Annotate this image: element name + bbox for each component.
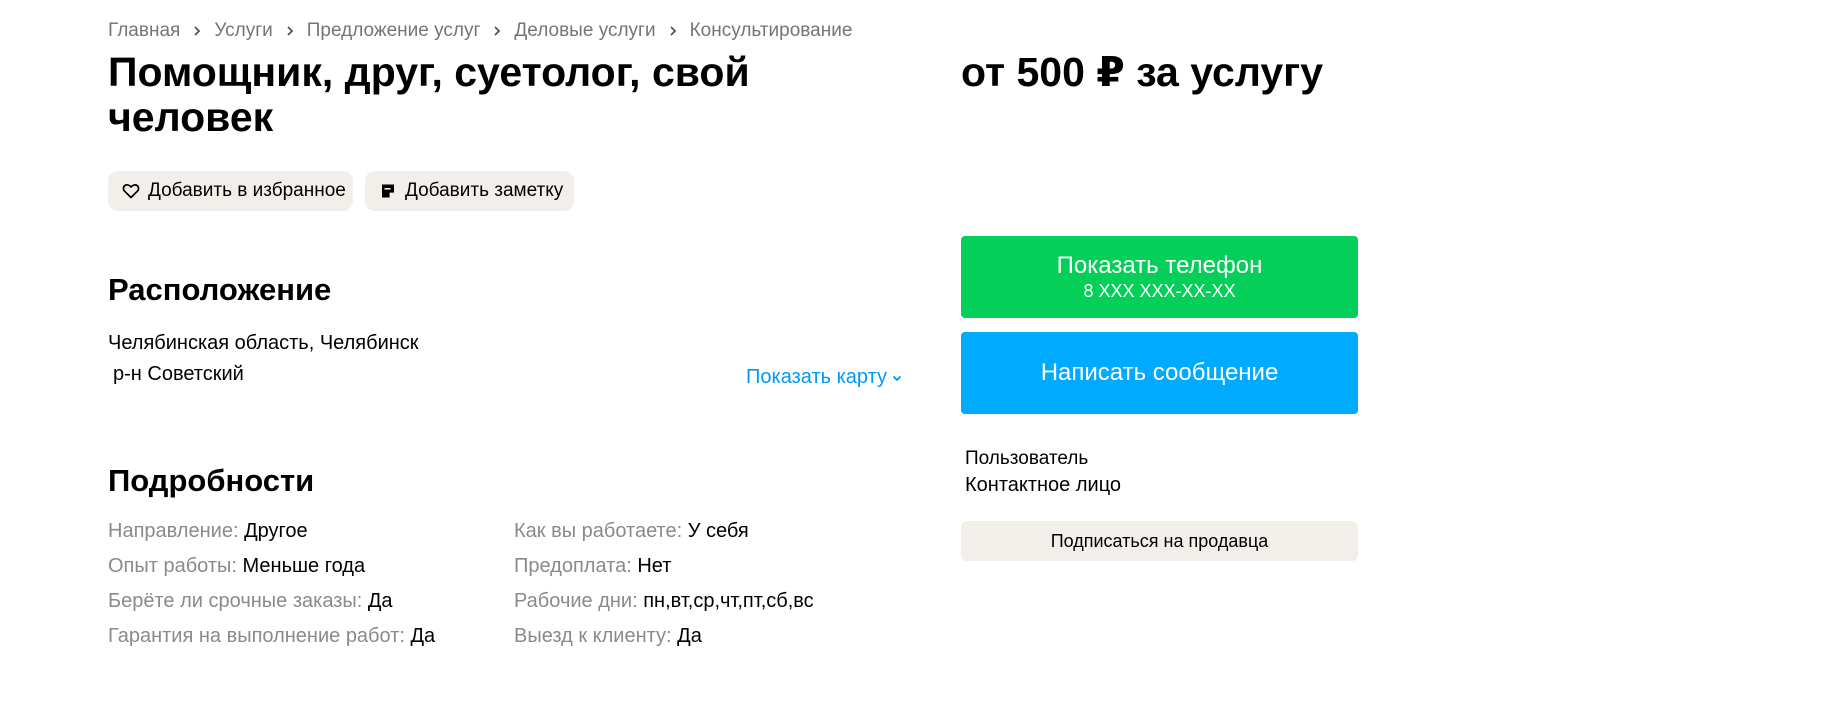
detail-value: У себя <box>687 520 749 542</box>
detail-key: Направление: <box>108 520 239 542</box>
detail-key: Опыт работы: <box>108 555 237 577</box>
details-heading: Подробности <box>108 463 315 498</box>
show-phone-label: Показать телефон <box>1056 252 1263 279</box>
detail-key: Гарантия на выполнение работ: <box>108 625 405 647</box>
subscribe-seller-button[interactable]: Подписаться на продавца <box>961 521 1358 561</box>
detail-value: Меньше года <box>242 555 366 577</box>
details-list-left: Направление: Другое Опыт работы: Меньше … <box>108 518 435 658</box>
detail-key: Выезд к клиенту: <box>514 625 672 647</box>
price: от 500 ₽ за услугу <box>961 49 1324 95</box>
chevron-right-icon <box>490 24 504 38</box>
show-map-label: Показать карту <box>746 366 887 388</box>
detail-working-days: Рабочие дни: пн,вт,ср,чт,пт,сб,вс <box>514 588 814 623</box>
detail-key: Предоплата: <box>514 555 632 577</box>
detail-value: пн,вт,ср,чт,пт,сб,вс <box>643 590 814 612</box>
detail-urgent-orders: Берёте ли срочные заказы: Да <box>108 588 435 623</box>
detail-value: Да <box>367 590 393 612</box>
breadcrumb-item-home[interactable]: Главная <box>108 20 180 42</box>
show-map-link[interactable]: Показать карту <box>746 366 903 389</box>
breadcrumb-item-consulting[interactable]: Консультирование <box>690 20 853 42</box>
chevron-right-icon <box>190 24 204 38</box>
detail-work-mode: Как вы работаете: У себя <box>514 518 814 553</box>
show-phone-button[interactable]: Показать телефон 8 XXX XXX-XX-XX <box>961 236 1358 318</box>
heart-icon <box>122 182 140 200</box>
phone-masked: 8 XXX XXX-XX-XX <box>1083 281 1236 301</box>
seller-type: Пользователь <box>965 448 1089 469</box>
detail-direction: Направление: Другое <box>108 518 435 553</box>
chevron-down-icon <box>891 372 903 384</box>
detail-prepayment: Предоплата: Нет <box>514 553 814 588</box>
breadcrumb-item-services[interactable]: Услуги <box>214 20 272 42</box>
detail-key: Рабочие дни: <box>514 590 638 612</box>
detail-value: Нет <box>637 555 672 577</box>
location-heading: Расположение <box>108 272 332 307</box>
page-title: Помощник, друг, суетолог, свой человек <box>108 49 750 140</box>
add-to-favorites-button[interactable]: Добавить в избранное <box>108 171 353 211</box>
detail-experience: Опыт работы: Меньше года <box>108 553 435 588</box>
detail-value: Да <box>410 625 436 647</box>
detail-client-visit: Выезд к клиенту: Да <box>514 623 814 658</box>
detail-value: Другое <box>244 520 308 542</box>
action-row: Добавить в избранное Добавить заметку <box>108 171 574 211</box>
write-message-button[interactable]: Написать сообщение <box>961 332 1358 414</box>
breadcrumb: Главная Услуги Предложение услуг Деловые… <box>108 20 852 42</box>
detail-value: Да <box>677 625 702 647</box>
add-to-favorites-label: Добавить в избранное <box>148 180 346 201</box>
add-note-button[interactable]: Добавить заметку <box>365 171 574 211</box>
address-district: р-н Советский <box>113 363 244 385</box>
detail-key: Как вы работаете: <box>514 520 683 542</box>
breadcrumb-item-business[interactable]: Деловые услуги <box>514 20 655 42</box>
breadcrumb-item-offer[interactable]: Предложение услуг <box>307 20 481 42</box>
detail-key: Берёте ли срочные заказы: <box>108 590 363 612</box>
detail-guarantee: Гарантия на выполнение работ: Да <box>108 623 435 658</box>
chevron-right-icon <box>666 24 680 38</box>
seller-name[interactable]: Контактное лицо <box>965 474 1121 497</box>
note-icon <box>379 182 397 200</box>
add-note-label: Добавить заметку <box>405 180 564 201</box>
address-region: Челябинская область, Челябинск <box>108 332 419 354</box>
details-list-right: Как вы работаете: У себя Предоплата: Нет… <box>514 518 814 658</box>
chevron-right-icon <box>283 24 297 38</box>
